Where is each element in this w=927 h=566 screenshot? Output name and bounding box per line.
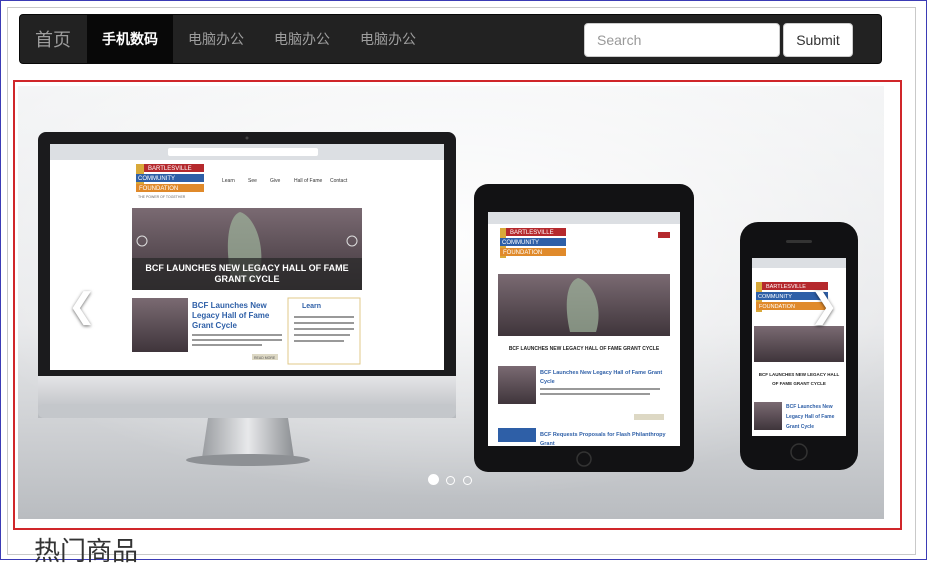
carousel-indicator-2[interactable] (446, 476, 456, 485)
submit-button[interactable]: Submit (783, 23, 853, 57)
article-title-2: Legacy Hall of Fame (192, 311, 270, 320)
site-nav-contact: Contact (330, 178, 348, 184)
site-nav-hall: Hall of Fame (294, 178, 323, 184)
hero-headline-2: GRANT CYCLE (215, 274, 280, 284)
tablet-article-title-3: BCF Requests Proposals for Flash Philant… (540, 432, 667, 438)
top-navbar: 首页 手机数码 电脑办公 电脑办公 电脑办公 Submit (19, 14, 882, 64)
phone-headline-1: BCF LAUNCHES NEW LEGACY HALL (759, 372, 840, 377)
logo-text-foundation: FOUNDATION (139, 186, 178, 192)
site-nav-see: See (248, 178, 257, 184)
read-more-imac: READ MORE (254, 356, 276, 360)
section-heading: 热门商品 (34, 536, 139, 566)
hero-headline: BCF LAUNCHES NEW LEGACY HALL OF FAME (145, 263, 348, 273)
site-nav-learn: Learn (222, 178, 235, 184)
tablet-article-title-2: Cycle (540, 379, 555, 385)
carousel-indicators (428, 472, 475, 485)
tablet-logo-text-2: COMMUNITY (502, 240, 539, 246)
carousel-prev-control[interactable]: ❮ (62, 286, 102, 326)
logo-tagline: THE POWER OF TOGETHER (138, 195, 186, 199)
tablet-article-title-1: BCF Launches New Legacy Hall of Fame Gra… (540, 370, 662, 376)
search-input[interactable] (584, 23, 780, 57)
nav-item-phones[interactable]: 手机数码 (87, 15, 173, 63)
nav-item-computers-3[interactable]: 电脑办公 (345, 15, 431, 63)
article-title-3: Grant Cycle (192, 321, 237, 330)
carousel-indicator-3[interactable] (462, 476, 472, 485)
phone-headline-2: OF FAME GRANT CYCLE (772, 381, 826, 386)
phone-article-title-2: Legacy Hall of Fame (786, 414, 835, 420)
logo-text-bartlesville: BARTLESVILLE (148, 166, 192, 172)
nav-item-computers-1[interactable]: 电脑办公 (173, 15, 259, 63)
tablet-article-title-4: Grant (540, 441, 555, 447)
sidebar-learn-title: Learn (302, 303, 321, 310)
article-title-1: BCF Launches New (192, 301, 267, 310)
phone-article-title-3: Grant Cycle (786, 424, 814, 430)
image-carousel: BARTLESVILLE COMMUNITY FOUNDATION THE PO… (18, 86, 884, 519)
site-nav-give: Give (270, 178, 281, 184)
tablet-logo-text-3: FOUNDATION (503, 250, 542, 256)
carousel-indicator-1[interactable] (428, 474, 439, 485)
carousel-slide-image: BARTLESVILLE COMMUNITY FOUNDATION THE PO… (18, 86, 884, 519)
nav-item-computers-2[interactable]: 电脑办公 (259, 15, 345, 63)
chevron-left-icon: ❮ (67, 287, 97, 325)
tablet-headline: BCF LAUNCHES NEW LEGACY HALL OF FAME GRA… (509, 346, 660, 352)
phone-article-title-1: BCF Launches New (786, 404, 833, 410)
phone-logo-text-2: COMMUNITY (758, 294, 792, 300)
phone-logo-text-1: BARTLESVILLE (766, 284, 806, 290)
brand-home-link[interactable]: 首页 (35, 15, 71, 65)
chevron-right-icon: ❯ (809, 287, 839, 325)
logo-text-community: COMMUNITY (138, 176, 175, 182)
tablet-logo-text-1: BARTLESVILLE (510, 230, 554, 236)
phone-logo-text-3: FOUNDATION (759, 304, 795, 310)
carousel-next-control[interactable]: ❯ (804, 286, 844, 326)
